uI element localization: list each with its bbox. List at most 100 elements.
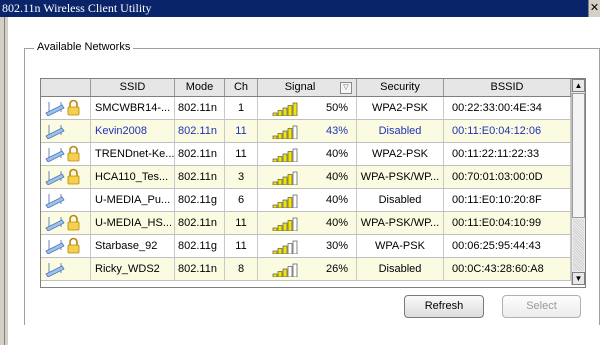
table-row[interactable]: Ricky_WDS2 802.11n 8 26% Disabled 00:0C:43:28… (41, 258, 571, 281)
signal-percent: 40% (326, 194, 349, 206)
signal-bars-icon (272, 148, 298, 162)
wireless-network-icon (45, 217, 65, 231)
table-row[interactable]: U-MEDIA_Pu... 802.11g 6 40% Disabled 00:11:E0… (41, 189, 571, 212)
scroll-up-icon[interactable]: ▲ (572, 79, 585, 92)
header-ch[interactable]: Ch (225, 79, 258, 96)
cell-signal: 40% (258, 189, 357, 211)
cell-channel: 6 (225, 189, 258, 211)
wireless-network-icon (45, 240, 65, 254)
signal-percent: 40% (326, 171, 349, 183)
cell-ssid: U-MEDIA_HS... (91, 212, 175, 234)
header-security[interactable]: Security (357, 79, 444, 96)
wireless-network-icon (45, 263, 65, 277)
lock-icon (67, 237, 80, 254)
cell-security: WPA-PSK (357, 235, 444, 257)
signal-bars-icon (272, 125, 298, 139)
row-icons (41, 189, 91, 211)
close-icon[interactable]: ✕ (588, 0, 600, 17)
vertical-scrollbar[interactable]: ▲ ▼ (571, 79, 585, 285)
lock-icon (67, 168, 80, 185)
group-legend: Available Networks (34, 41, 134, 53)
cell-bssid: 00:11:22:11:22:33 (444, 143, 571, 165)
header-icon (41, 79, 91, 96)
cell-signal: 43% (258, 120, 357, 142)
header-signal-label: Signal (284, 81, 316, 93)
signal-bars-icon (272, 240, 298, 254)
header-signal[interactable]: Signal ▽ (258, 79, 357, 96)
table-row[interactable]: SMCWBR14-... 802.11n 1 50% WPA2-PSK 00:22:33:… (41, 97, 571, 120)
signal-bars-icon (272, 171, 298, 185)
cell-channel: 8 (225, 258, 258, 280)
cell-mode: 802.11g (175, 235, 225, 257)
row-icons (41, 120, 91, 142)
row-icons (41, 212, 91, 234)
sort-filter-icon[interactable]: ▽ (340, 82, 352, 94)
cell-ssid: SMCWBR14-... (91, 97, 175, 119)
cell-signal: 40% (258, 166, 357, 188)
cell-bssid: 00:11:E0:04:12:06 (444, 120, 571, 142)
signal-percent: 26% (326, 263, 349, 275)
table-row[interactable]: HCA110_Tes... 802.11n 3 40% WPA-PSK/WP... 00:… (41, 166, 571, 189)
cell-ssid: Ricky_WDS2 (91, 258, 175, 280)
cell-mode: 802.11g (175, 189, 225, 211)
title-bar: 802.11n Wireless Client Utility ✕ (0, 0, 600, 17)
cell-channel: 11 (225, 212, 258, 234)
networks-table: SSID Mode Ch Signal ▽ Security BSSID SMC… (40, 78, 586, 288)
row-icons (41, 143, 91, 165)
signal-percent: 40% (326, 217, 349, 229)
signal-percent: 30% (326, 240, 349, 252)
cell-mode: 802.11n (175, 120, 225, 142)
cell-bssid: 00:22:33:00:4E:34 (444, 97, 571, 119)
cell-channel: 11 (225, 235, 258, 257)
header-ssid[interactable]: SSID (91, 79, 175, 96)
cell-mode: 802.11n (175, 97, 225, 119)
cell-bssid: 00:70:01:03:00:0D (444, 166, 571, 188)
signal-bars-icon (272, 102, 298, 116)
table-header: SSID Mode Ch Signal ▽ Security BSSID (41, 79, 571, 97)
cell-ssid: Kevin2008 (91, 120, 175, 142)
cell-channel: 1 (225, 97, 258, 119)
lock-icon (67, 214, 80, 231)
refresh-button[interactable]: Refresh (404, 295, 484, 318)
cell-mode: 802.11n (175, 258, 225, 280)
table-row[interactable]: Starbase_92 802.11g 11 30% WPA-PSK 00:06:25:9… (41, 235, 571, 258)
row-icons (41, 258, 91, 280)
cell-channel: 11 (225, 120, 258, 142)
signal-percent: 50% (326, 102, 349, 114)
select-button[interactable]: Select (502, 295, 581, 318)
table-row[interactable]: Kevin2008 802.11n 11 43% Disabled 00:11:E0:04… (41, 120, 571, 143)
cell-security: WPA2-PSK (357, 97, 444, 119)
cell-signal: 40% (258, 143, 357, 165)
scroll-thumb[interactable] (572, 93, 585, 218)
cell-channel: 11 (225, 143, 258, 165)
table-row[interactable]: U-MEDIA_HS... 802.11n 11 40% WPA-PSK/WP... 00… (41, 212, 571, 235)
row-icons (41, 97, 91, 119)
window-left-frame (0, 17, 8, 345)
cell-signal: 26% (258, 258, 357, 280)
table-row[interactable]: TRENDnet-Ke... 802.11n 11 40% WPA2-PSK 00:11:… (41, 143, 571, 166)
row-icons (41, 166, 91, 188)
scroll-down-icon[interactable]: ▼ (572, 272, 585, 285)
scroll-track[interactable] (573, 219, 584, 271)
wireless-network-icon (45, 171, 65, 185)
cell-bssid: 00:0C:43:28:60:A8 (444, 258, 571, 280)
header-mode[interactable]: Mode (175, 79, 225, 96)
signal-bars-icon (272, 263, 298, 277)
cell-bssid: 00:11:E0:10:20:8F (444, 189, 571, 211)
cell-ssid: Starbase_92 (91, 235, 175, 257)
signal-percent: 43% (326, 125, 349, 137)
cell-security: WPA-PSK/WP... (357, 212, 444, 234)
cell-ssid: TRENDnet-Ke... (91, 143, 175, 165)
cell-mode: 802.11n (175, 143, 225, 165)
header-bssid[interactable]: BSSID (444, 79, 571, 96)
row-icons (41, 235, 91, 257)
cell-bssid: 00:06:25:95:44:43 (444, 235, 571, 257)
lock-icon (67, 145, 80, 162)
cell-signal: 40% (258, 212, 357, 234)
lock-icon (67, 99, 80, 116)
wireless-network-icon (45, 194, 65, 208)
cell-security: Disabled (357, 120, 444, 142)
cell-security: Disabled (357, 189, 444, 211)
cell-ssid: U-MEDIA_Pu... (91, 189, 175, 211)
cell-signal: 30% (258, 235, 357, 257)
